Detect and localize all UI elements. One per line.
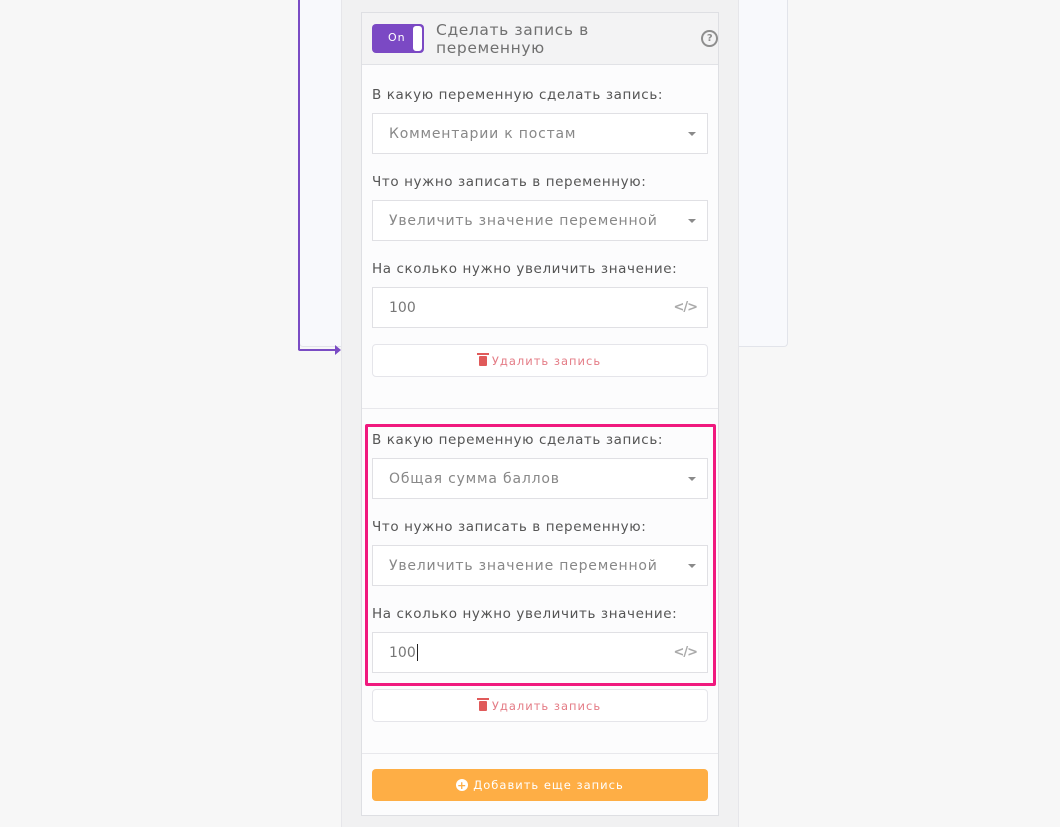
variable-select-value: Общая сумма баллов: [389, 470, 560, 487]
block-header: On Сделать запись в переменную ?: [362, 13, 718, 65]
variable-label: В какую переменную сделать запись:: [372, 87, 664, 103]
delete-record-button[interactable]: Удалить запись: [372, 689, 708, 722]
amount-input-value: 100: [389, 644, 416, 661]
amount-input[interactable]: 100 </>: [372, 287, 708, 328]
code-icon[interactable]: </>: [673, 300, 698, 315]
plus-circle-icon: +: [456, 778, 469, 792]
action-select[interactable]: Увеличить значение переменной: [372, 545, 708, 586]
record-divider: [362, 408, 718, 409]
flow-connector-line: [298, 0, 300, 350]
action-label: Что нужно записать в переменную:: [372, 174, 647, 190]
record-2: В какую переменную сделать запись: Общая…: [372, 432, 708, 722]
variable-select-value: Комментарии к постам: [389, 125, 577, 142]
add-record-label: Добавить еще запись: [473, 778, 624, 792]
add-record-button[interactable]: + Добавить еще запись: [372, 769, 708, 801]
toggle-label: On: [388, 31, 406, 44]
record-1: В какую переменную сделать запись: Комме…: [372, 87, 708, 377]
question-circle-icon[interactable]: ?: [701, 30, 718, 47]
chevron-down-icon: [688, 219, 696, 223]
amount-input[interactable]: 100 </>: [372, 632, 708, 673]
flow-connector-line-horizontal: [298, 349, 336, 351]
enable-toggle[interactable]: On: [372, 24, 425, 53]
delete-record-button[interactable]: Удалить запись: [372, 344, 708, 377]
delete-record-label: Удалить запись: [491, 698, 602, 713]
chevron-down-icon: [688, 477, 696, 481]
action-select-value: Увеличить значение переменной: [389, 557, 658, 574]
variable-label: В какую переменную сделать запись:: [372, 432, 664, 448]
amount-label: На сколько нужно увеличить значение:: [372, 606, 678, 622]
variable-select[interactable]: Комментарии к постам: [372, 113, 708, 154]
amount-input-value: 100: [389, 299, 416, 316]
chevron-down-icon: [688, 132, 696, 136]
trash-icon: [476, 352, 489, 366]
amount-label: На сколько нужно увеличить значение:: [372, 261, 678, 277]
trash-icon: [476, 697, 489, 711]
record-divider: [362, 753, 718, 754]
delete-record-label: Удалить запись: [491, 353, 602, 368]
toggle-knob[interactable]: [412, 25, 424, 52]
action-select[interactable]: Увеличить значение переменной: [372, 200, 708, 241]
action-label: Что нужно записать в переменную:: [372, 519, 647, 535]
action-select-value: Увеличить значение переменной: [389, 212, 658, 229]
block-title: Сделать запись в переменную: [436, 20, 589, 57]
chevron-down-icon: [688, 564, 696, 568]
variable-select[interactable]: Общая сумма баллов: [372, 458, 708, 499]
code-icon[interactable]: </>: [673, 645, 698, 660]
write-variable-block: On Сделать запись в переменную ? В какую…: [361, 12, 719, 816]
text-cursor: [416, 644, 418, 661]
